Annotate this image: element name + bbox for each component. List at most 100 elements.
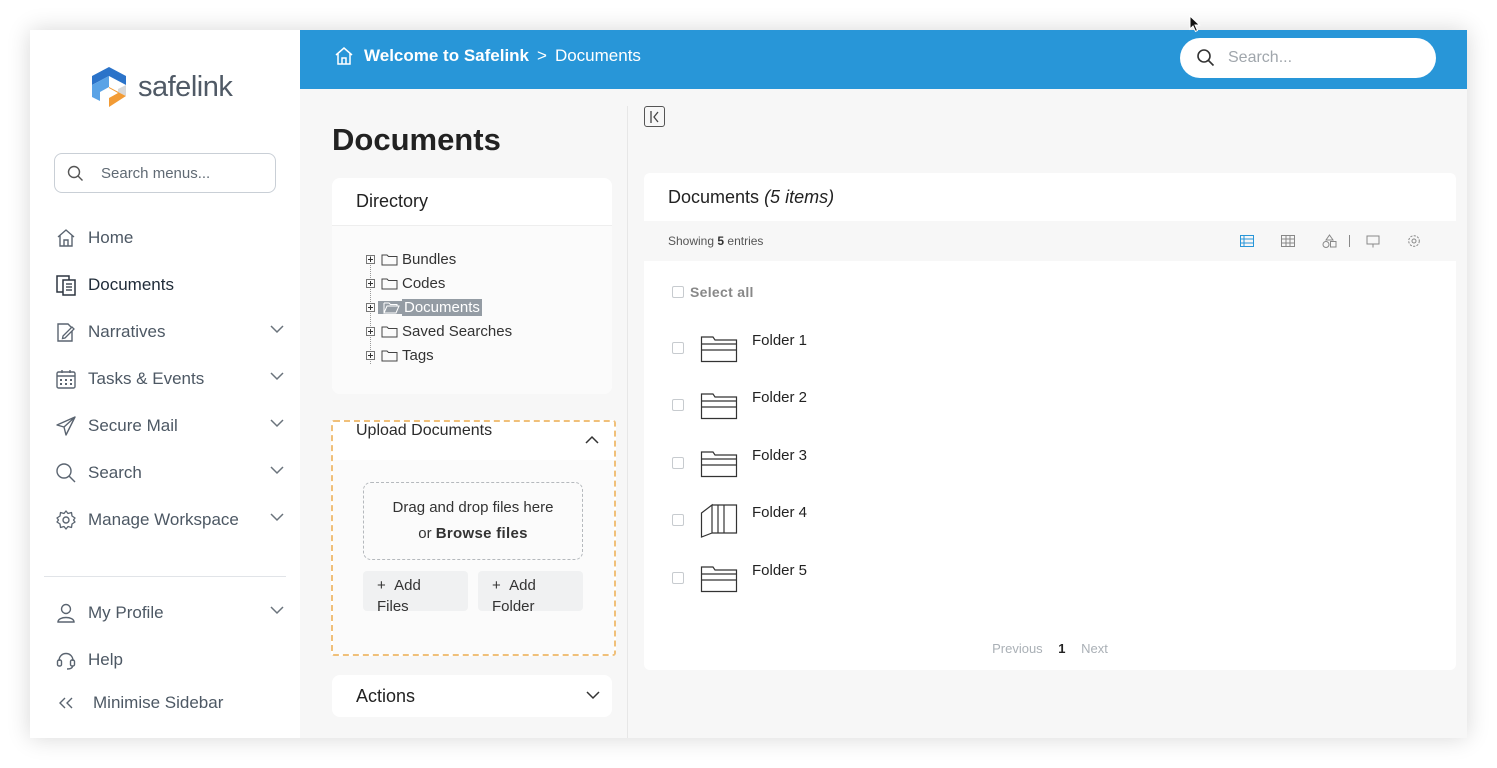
expand-icon[interactable] xyxy=(366,302,375,312)
sidebar-divider xyxy=(44,576,286,577)
file-name: Folder 4 xyxy=(752,503,808,521)
directory-panel: Directory Bundles Codes Documents Saved … xyxy=(332,178,612,394)
directory-title: Directory xyxy=(332,178,612,226)
add-files-button[interactable]: + Add Files xyxy=(363,571,468,615)
calendar-icon xyxy=(54,367,78,391)
previous-page-button[interactable]: Previous xyxy=(992,641,1043,656)
expand-icon[interactable] xyxy=(366,278,375,288)
sidebar-item-documents[interactable]: Documents xyxy=(54,268,284,302)
expand-icon[interactable] xyxy=(366,254,375,264)
narratives-icon xyxy=(54,320,78,344)
grid-view-icon[interactable] xyxy=(1280,233,1296,249)
expand-icon[interactable] xyxy=(366,326,375,336)
showing-prefix: Showing xyxy=(668,234,715,248)
list-item[interactable]: Folder 5 xyxy=(672,559,972,597)
settings-gear-icon[interactable] xyxy=(1406,233,1422,249)
column-divider xyxy=(627,106,628,738)
folder-icon xyxy=(381,349,398,362)
drop-zone-text: Drag and drop files here xyxy=(392,499,554,516)
showing-suffix: entries xyxy=(727,234,764,248)
upload-panel-header[interactable]: Upload Documents xyxy=(333,422,614,458)
chevron-down-icon xyxy=(270,419,284,428)
safelink-logo[interactable]: safelink xyxy=(88,64,233,110)
expand-icon[interactable] xyxy=(366,350,375,360)
directory-tree: Bundles Codes Documents Saved Searches T xyxy=(332,226,612,394)
list-item[interactable]: Folder 3 xyxy=(672,444,972,482)
paper-plane-icon xyxy=(54,414,78,438)
list-item[interactable]: Folder 2 xyxy=(672,386,972,424)
list-item[interactable]: Folder 1 xyxy=(672,329,972,367)
presentation-icon[interactable] xyxy=(1365,233,1381,249)
sidebar-item-label: Help xyxy=(88,650,123,669)
sidebar-item-label: Narratives xyxy=(88,322,166,341)
actions-header[interactable]: Actions xyxy=(332,675,612,717)
documents-toolbar: Showing 5 entries xyxy=(644,221,1456,261)
pagination: Previous 1 Next xyxy=(644,641,1456,656)
tree-node-saved-searches[interactable]: Saved Searches xyxy=(366,320,514,342)
next-page-button[interactable]: Next xyxy=(1081,641,1108,656)
search-icon xyxy=(1197,49,1215,67)
row-checkbox[interactable] xyxy=(672,342,684,354)
documents-count: (5 items) xyxy=(764,187,835,207)
select-all-checkbox[interactable] xyxy=(672,286,684,298)
global-search-box xyxy=(1180,38,1436,78)
tree-node-documents[interactable]: Documents xyxy=(366,296,482,318)
breadcrumb-root[interactable]: Welcome to Safelink xyxy=(364,46,529,66)
sidebar-item-manage-workspace[interactable]: Manage Workspace xyxy=(54,503,284,537)
folder-icon xyxy=(381,325,398,338)
chevron-down-icon xyxy=(270,466,284,475)
actions-panel[interactable]: Actions xyxy=(332,675,612,717)
headset-icon xyxy=(54,648,78,672)
sidebar-item-help[interactable]: Help xyxy=(54,643,284,677)
folder-closed-icon xyxy=(700,559,738,597)
browse-files-link[interactable]: Browse files xyxy=(436,525,528,542)
shapes-view-icon[interactable] xyxy=(1321,233,1337,249)
minimise-sidebar-button[interactable]: Minimise Sidebar xyxy=(54,686,284,720)
tree-node-codes[interactable]: Codes xyxy=(366,272,447,294)
file-drop-zone[interactable]: Drag and drop files here or Browse files xyxy=(363,482,583,560)
row-checkbox[interactable] xyxy=(672,457,684,469)
logo-text: safelink xyxy=(138,70,233,103)
menu-search-input[interactable] xyxy=(101,164,266,182)
tree-node-tags[interactable]: Tags xyxy=(366,344,436,366)
chevron-down-icon xyxy=(270,325,284,334)
row-checkbox[interactable] xyxy=(672,399,684,411)
tree-node-label: Bundles xyxy=(402,250,457,268)
home-icon[interactable] xyxy=(334,46,354,66)
sidebar-item-narratives[interactable]: Narratives xyxy=(54,315,284,349)
sidebar-item-tasks-events[interactable]: Tasks & Events xyxy=(54,362,284,396)
chevron-down-icon xyxy=(270,606,284,615)
tree-node-bundles[interactable]: Bundles xyxy=(366,248,458,270)
sidebar-item-label: My Profile xyxy=(88,603,164,622)
folder-icon xyxy=(381,253,398,266)
current-page[interactable]: 1 xyxy=(1058,641,1065,656)
double-chevron-left-icon xyxy=(54,691,78,715)
sidebar-item-search[interactable]: Search xyxy=(54,456,284,490)
chevron-up-icon[interactable] xyxy=(585,435,599,444)
list-view-icon[interactable] xyxy=(1239,233,1255,249)
sidebar-item-my-profile[interactable]: My Profile xyxy=(54,596,284,630)
sidebar-item-label: Manage Workspace xyxy=(88,510,239,529)
select-all-row[interactable]: Select all xyxy=(672,284,754,300)
file-name: Folder 2 xyxy=(752,388,808,406)
select-all-label: Select all xyxy=(690,284,754,300)
chevron-down-icon[interactable] xyxy=(586,691,600,700)
documents-title: Documents xyxy=(668,187,760,207)
sidebar-item-secure-mail[interactable]: Secure Mail xyxy=(54,409,284,443)
list-item[interactable]: Folder 4 xyxy=(672,501,972,539)
upload-body: Drag and drop files here or Browse files… xyxy=(333,460,614,654)
actions-title: Actions xyxy=(356,685,416,706)
row-checkbox[interactable] xyxy=(672,514,684,526)
documents-card: Documents (5 items) Showing 5 entries Se… xyxy=(644,173,1456,670)
add-folder-button[interactable]: + Add Folder xyxy=(478,571,583,615)
sidebar-item-home[interactable]: Home xyxy=(54,221,284,255)
mouse-cursor-icon xyxy=(1189,15,1201,33)
collapse-panel-button[interactable] xyxy=(644,106,665,127)
row-checkbox[interactable] xyxy=(672,572,684,584)
user-icon xyxy=(54,601,78,625)
folder-closed-icon xyxy=(700,386,738,424)
tree-node-label: Codes xyxy=(402,274,446,292)
documents-icon xyxy=(54,273,78,297)
global-search-input[interactable] xyxy=(1228,49,1418,67)
chevron-left-icon xyxy=(649,110,659,123)
